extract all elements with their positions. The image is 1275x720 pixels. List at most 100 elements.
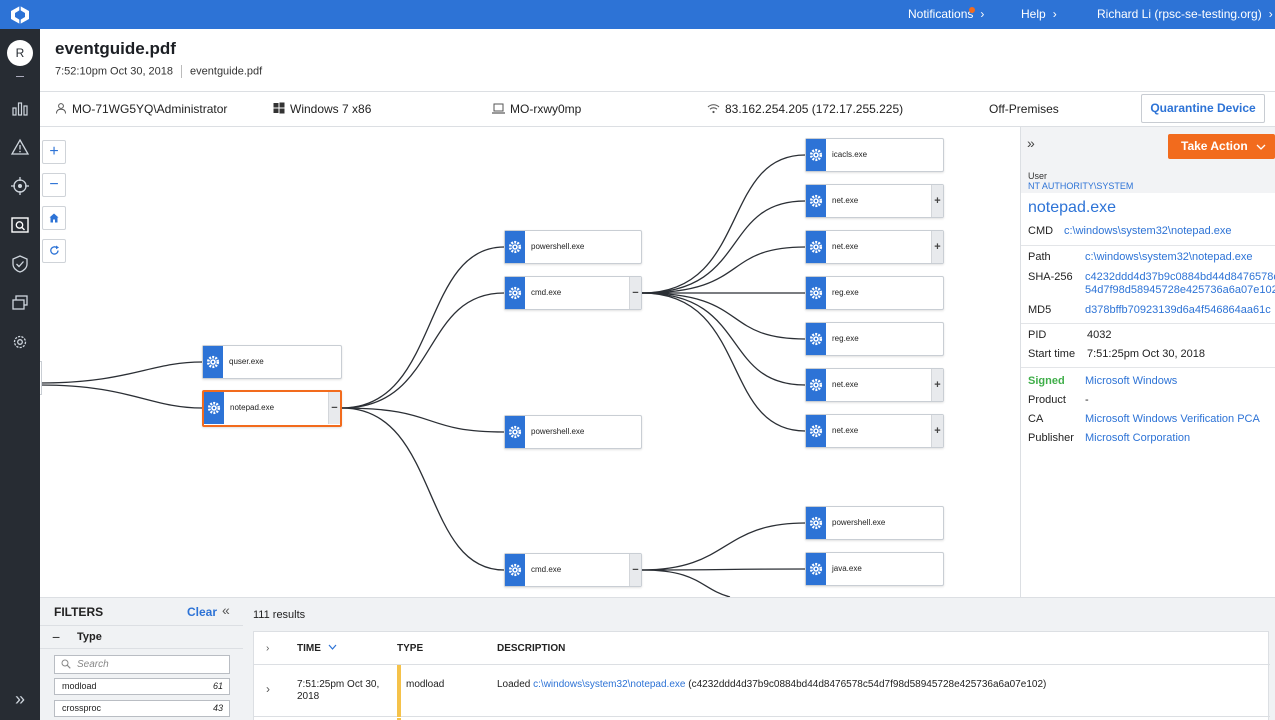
process-node-label: net.exe xyxy=(832,426,859,435)
process-gear-icon xyxy=(806,323,826,355)
signed-label: Signed xyxy=(1028,375,1065,387)
column-header-time[interactable]: TIME xyxy=(297,643,337,654)
collapse-group-icon[interactable]: − xyxy=(52,629,60,645)
page-subtitle: 7:52:10pm Oct 30, 2018 eventguide.pdf xyxy=(55,65,262,78)
dashboard-chart-icon[interactable] xyxy=(10,98,30,118)
process-gear-icon xyxy=(806,369,826,401)
md5-value[interactable]: d378bffb70923139d6a4f546864aa61c xyxy=(1085,304,1271,317)
process-name[interactable]: notepad.exe xyxy=(1028,199,1116,217)
process-node[interactable]: net.exe + xyxy=(805,368,944,402)
refresh-button[interactable] xyxy=(42,239,66,263)
collapse-panel-icon[interactable]: » xyxy=(1027,135,1035,151)
quarantine-device-button[interactable]: Quarantine Device xyxy=(1141,94,1265,123)
left-nav-rail: R » xyxy=(0,29,40,720)
expand-row-chevron-icon[interactable]: › xyxy=(266,682,270,696)
process-tree-graph[interactable]: + − quser.exe notepad.exe − powershell.e… xyxy=(40,127,1020,597)
product-value: - xyxy=(1085,394,1089,406)
zoom-out-button[interactable]: − xyxy=(42,173,66,197)
take-action-button[interactable]: Take Action xyxy=(1168,134,1275,159)
alerts-warning-icon[interactable] xyxy=(10,137,30,157)
process-search-icon[interactable] xyxy=(10,215,30,235)
sha256-value-line2[interactable]: 54d7f98d58945728e425736a6a07e102 xyxy=(1085,284,1275,297)
event-type-color-bar xyxy=(397,665,401,717)
collapse-node-button[interactable]: − xyxy=(629,277,641,309)
filter-search-input[interactable]: Search xyxy=(54,655,230,674)
process-node[interactable]: quser.exe xyxy=(202,345,342,379)
expand-nav-icon[interactable]: » xyxy=(0,679,40,720)
filter-item-modload[interactable]: modload 61 xyxy=(54,678,230,695)
collapse-node-button[interactable]: − xyxy=(328,392,340,424)
header-timestamp: 7:52:10pm Oct 30, 2018 xyxy=(55,65,174,78)
process-node-label: icacls.exe xyxy=(832,150,868,159)
table-row[interactable]: › 7:51:25pm Oct 30, 2018 modload Loaded … xyxy=(254,665,1270,717)
publisher-value[interactable]: Microsoft Corporation xyxy=(1085,432,1190,445)
process-node[interactable]: reg.exe xyxy=(805,322,944,356)
sort-desc-icon xyxy=(328,644,337,650)
process-node[interactable]: cmd.exe − xyxy=(504,276,642,310)
filters-heading: FILTERS xyxy=(54,605,104,619)
device-hostname: MO-rxwy0mp xyxy=(492,92,581,127)
expand-node-button[interactable]: + xyxy=(931,415,943,447)
zoom-in-button[interactable]: + xyxy=(42,140,66,164)
process-node[interactable]: reg.exe xyxy=(805,276,944,310)
process-node[interactable]: icacls.exe xyxy=(805,138,944,172)
user-icon xyxy=(56,103,66,114)
expand-node-button[interactable]: + xyxy=(931,185,943,217)
filter-item-crossproc[interactable]: crossproc 43 xyxy=(54,700,230,717)
ca-value[interactable]: Microsoft Windows Verification PCA xyxy=(1085,413,1260,426)
process-node-label: powershell.exe xyxy=(832,518,886,527)
column-header-type[interactable]: TYPE xyxy=(397,643,423,654)
expand-all-chevron-icon[interactable]: › xyxy=(266,643,269,654)
home-button[interactable] xyxy=(42,206,66,230)
root-node-stub[interactable] xyxy=(40,361,42,395)
process-node-label: reg.exe xyxy=(832,288,859,297)
clear-filters-link[interactable]: Clear xyxy=(187,605,217,619)
process-node-label: net.exe xyxy=(832,196,859,205)
event-type: modload xyxy=(406,679,445,690)
process-node-label: quser.exe xyxy=(229,357,264,366)
start-time-value: 7:51:25pm Oct 30, 2018 xyxy=(1087,348,1206,360)
process-node[interactable]: net.exe + xyxy=(805,414,944,448)
enforce-shield-icon[interactable] xyxy=(10,254,30,274)
notification-dot xyxy=(969,7,975,13)
process-node[interactable]: cmd.exe − xyxy=(504,553,642,587)
results-count: 111 results xyxy=(253,609,306,621)
process-node[interactable]: net.exe + xyxy=(805,184,944,218)
cmd-value[interactable]: c:\windows\system32\notepad.exe xyxy=(1064,225,1232,238)
event-path-link[interactable]: c:\windows\system32\notepad.exe xyxy=(533,679,685,690)
signed-value[interactable]: Microsoft Windows xyxy=(1085,375,1177,388)
process-node[interactable]: net.exe + xyxy=(805,230,944,264)
panel-toolbar: » Take Action xyxy=(1021,127,1275,165)
investigate-target-icon[interactable] xyxy=(10,176,30,196)
sha256-value-line1[interactable]: c4232ddd4d37b9c0884bd44d8476578c xyxy=(1085,271,1275,284)
carbon-black-logo-icon[interactable] xyxy=(9,5,31,25)
header-filename: eventguide.pdf xyxy=(190,65,263,78)
process-gear-icon xyxy=(806,139,826,171)
user-menu[interactable]: Richard Li (rpsc-se-testing.org) › xyxy=(1097,0,1273,29)
windows-icon xyxy=(273,102,285,114)
type-filter-group[interactable]: − Type xyxy=(40,625,243,649)
process-node[interactable]: powershell.exe xyxy=(504,415,642,449)
avatar[interactable]: R xyxy=(7,40,33,66)
process-node-selected[interactable]: notepad.exe − xyxy=(202,390,342,427)
process-node[interactable]: powershell.exe xyxy=(805,506,944,540)
process-node-label: notepad.exe xyxy=(230,403,275,412)
page-header: eventguide.pdf 7:52:10pm Oct 30, 2018 eve… xyxy=(40,29,1275,92)
path-value[interactable]: c:\windows\system32\notepad.exe xyxy=(1085,251,1253,264)
refresh-icon xyxy=(49,245,59,255)
help-link[interactable]: Help › xyxy=(1021,0,1057,29)
process-node-label: reg.exe xyxy=(832,334,859,343)
collapse-filters-icon[interactable]: « xyxy=(222,602,230,618)
settings-gear-icon[interactable] xyxy=(10,332,30,352)
column-header-description[interactable]: DESCRIPTION xyxy=(497,643,565,654)
process-node[interactable]: powershell.exe xyxy=(504,230,642,264)
notifications-link[interactable]: Notifications › xyxy=(908,0,984,29)
expand-node-button[interactable]: + xyxy=(931,369,943,401)
expand-node-button[interactable]: + xyxy=(931,231,943,263)
collapse-node-button[interactable]: − xyxy=(629,554,641,586)
endpoints-devices-icon[interactable] xyxy=(10,293,30,313)
user-value[interactable]: NT AUTHORITY\SYSTEM xyxy=(1028,181,1275,192)
process-node[interactable]: java.exe xyxy=(805,552,944,586)
type-filter-heading: Type xyxy=(77,631,102,643)
events-results: 111 results › TIME TYPE DESCRIPTION › 7:… xyxy=(243,597,1275,720)
